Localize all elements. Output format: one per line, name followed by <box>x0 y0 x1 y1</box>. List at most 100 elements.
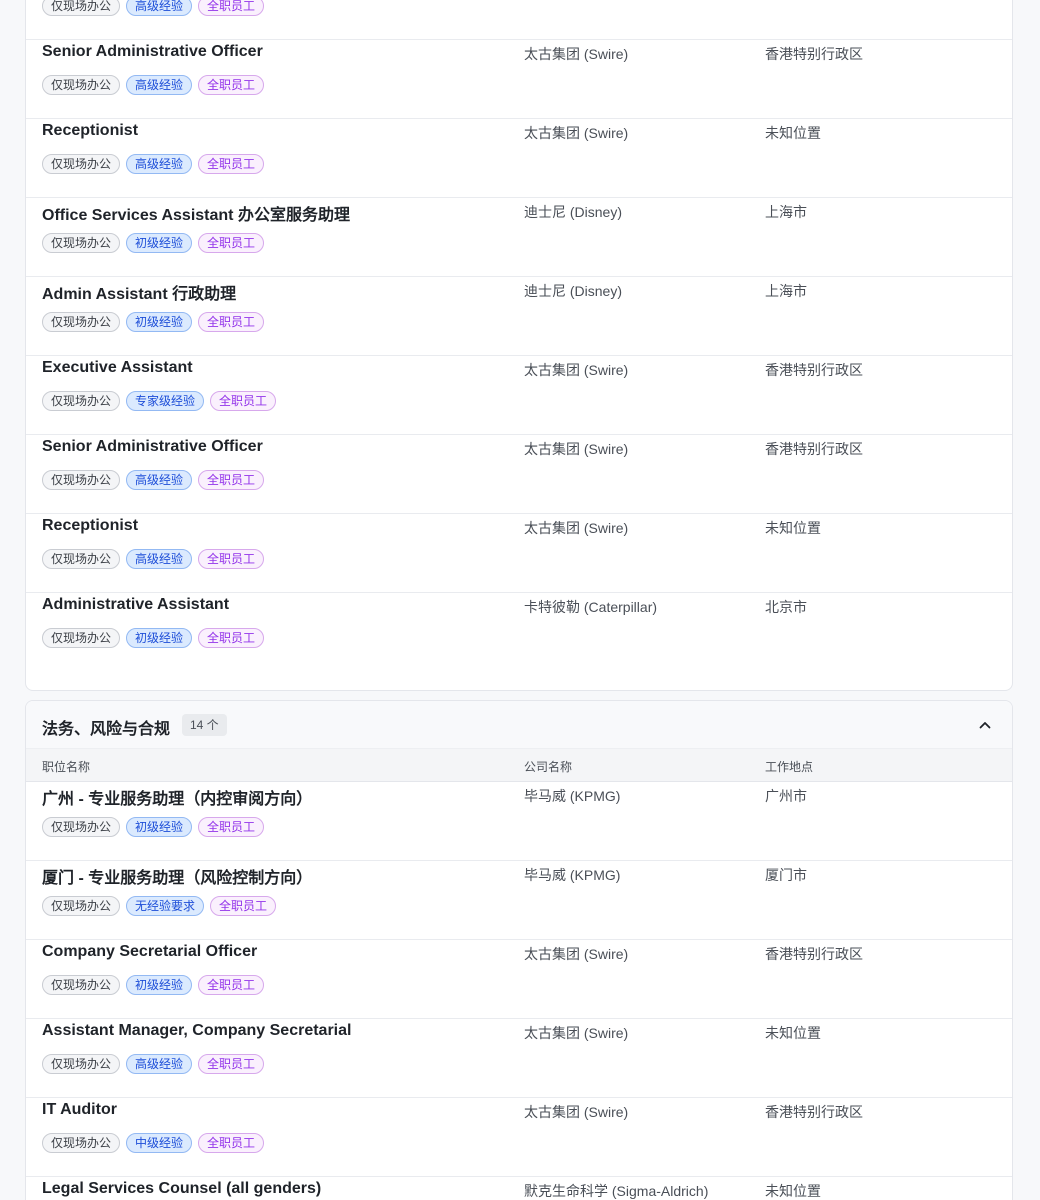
job-title[interactable]: Company Secretarial Officer <box>42 943 257 961</box>
employment-type-tag: 全职员工 <box>198 1054 265 1074</box>
company-name: 默克生命科学 (Sigma-Aldrich) <box>524 1183 709 1199</box>
job-row[interactable]: Executive Assistant太古集团 (Swire)香港特别行政区仅现… <box>26 0 1012 40</box>
company-name: 太古集团 (Swire) <box>524 1025 629 1041</box>
company-name: 迪士尼 (Disney) <box>524 204 623 220</box>
job-section-card-admin: Executive Assistant太古集团 (Swire)香港特别行政区仅现… <box>25 0 1013 691</box>
job-location: 未知位置 <box>765 520 821 536</box>
workplace-tag: 仅现场办公 <box>42 233 121 253</box>
company-name: 太古集团 (Swire) <box>524 125 629 141</box>
job-title[interactable]: 厦门 - 专业服务助理（风险控制方向） <box>42 864 312 888</box>
employment-type-tag: 全职员工 <box>198 1133 265 1153</box>
job-table-body: 广州 - 专业服务助理（内控审阅方向） 毕马威 (KPMG) 广州市 仅现场办公 初级经… <box>26 782 1012 1200</box>
section-count-badge: 14 个 <box>182 714 227 736</box>
experience-tag: 初级经验 <box>126 312 193 332</box>
company-name: 太古集团 (Swire) <box>524 520 629 536</box>
workplace-tag: 仅现场办公 <box>42 817 121 837</box>
column-header-company: 公司名称 <box>524 760 573 774</box>
workplace-tag: 仅现场办公 <box>42 470 121 490</box>
column-header-location: 工作地点 <box>765 760 814 774</box>
job-title[interactable]: Legal Services Counsel (all genders) <box>42 1180 321 1198</box>
job-title[interactable]: Receptionist <box>42 517 138 535</box>
job-title[interactable]: Admin Assistant 行政助理 <box>42 280 236 304</box>
job-title[interactable]: IT Auditor <box>42 1101 117 1119</box>
job-row[interactable]: Receptionist 太古集团 (Swire) 未知位置 仅现场办公 高级经验 全职员… <box>26 119 1012 198</box>
job-row[interactable]: Executive Assistant 太古集团 (Swire) 香港特别行政区仅现… <box>26 356 1012 435</box>
job-list-viewport: Executive Assistant太古集团 (Swire)香港特别行政区仅现… <box>0 0 1040 1200</box>
employment-type-tag: 全职员工 <box>198 628 265 648</box>
job-title[interactable]: Executive Assistant <box>42 359 193 377</box>
workplace-tag: 仅现场办公 <box>42 549 121 569</box>
job-title[interactable]: Receptionist <box>42 122 138 140</box>
employment-type-tag: 全职员工 <box>198 75 265 95</box>
job-title[interactable]: Administrative Assistant <box>42 596 229 614</box>
job-location: 香港特别行政区 <box>765 46 863 62</box>
job-tags: 仅现场办公 无经验要求 全职员工 <box>42 896 277 916</box>
experience-tag: 高级经验 <box>126 75 193 95</box>
job-title[interactable]: Assistant Manager, Company Secretarial <box>42 1022 351 1040</box>
experience-tag: 高级经验 <box>126 1054 193 1074</box>
employment-type-tag: 全职员工 <box>198 817 265 837</box>
chevron-up-icon[interactable] <box>976 716 994 734</box>
job-row[interactable]: Company Secretarial Officer 太古集团 (Swire) 香… <box>26 940 1012 1019</box>
experience-tag: 初级经验 <box>126 975 193 995</box>
job-location: 香港特别行政区 <box>765 362 863 378</box>
employment-type-tag: 全职员工 <box>198 0 265 16</box>
job-location: 北京市 <box>765 599 807 615</box>
workplace-tag: 仅现场办公 <box>42 896 121 916</box>
job-title[interactable]: Senior Administrative Officer <box>42 438 263 456</box>
job-row[interactable]: Assistant Manager, Company Secretarial 太古… <box>26 1019 1012 1098</box>
job-location: 未知位置 <box>765 1183 821 1199</box>
employment-type-tag: 全职员工 <box>198 549 265 569</box>
job-section-card-legal: 法务、风险与合规 14 个 职位名称 公司名称 工作地点 广州 - 专业服务助理… <box>25 700 1013 1200</box>
job-tags: 仅现场办公 高级经验 全职员工 <box>42 1054 265 1074</box>
company-name: 太古集团 (Swire) <box>524 46 629 62</box>
employment-type-tag: 全职员工 <box>198 312 265 332</box>
company-name: 迪士尼 (Disney) <box>524 283 623 299</box>
job-title[interactable]: Office Services Assistant 办公室服务助理 <box>42 201 350 225</box>
employment-type-tag: 全职员工 <box>198 975 265 995</box>
workplace-tag: 仅现场办公 <box>42 75 121 95</box>
column-header-title: 职位名称 <box>42 760 91 774</box>
job-tags: 仅现场办公 专家级经验 全职员工 <box>42 391 277 411</box>
company-name: 太古集团 (Swire) <box>524 362 629 378</box>
workplace-tag: 仅现场办公 <box>42 154 121 174</box>
section-header[interactable]: 法务、风险与合规 14 个 <box>26 701 1012 749</box>
job-row[interactable]: Office Services Assistant 办公室服务助理 迪士尼 (Di… <box>26 198 1012 277</box>
experience-tag: 专家级经验 <box>126 391 205 411</box>
job-title[interactable]: Senior Administrative Officer <box>42 43 263 61</box>
job-row[interactable]: Receptionist 太古集团 (Swire) 未知位置仅现场办公 高级经验 全职员… <box>26 514 1012 593</box>
experience-tag: 初级经验 <box>126 233 193 253</box>
job-row[interactable]: Administrative Assistant 卡特彼勒 (Caterpilla… <box>26 593 1012 672</box>
job-tags: 仅现场办公 初级经验 全职员工 <box>42 628 265 648</box>
job-title[interactable]: 广州 - 专业服务助理（内控审阅方向） <box>42 785 312 809</box>
job-row[interactable]: Senior Administrative Officer 太古集团 (Swire… <box>26 435 1012 514</box>
experience-tag: 高级经验 <box>126 549 193 569</box>
experience-tag: 高级经验 <box>126 154 193 174</box>
job-row[interactable]: 广州 - 专业服务助理（内控审阅方向） 毕马威 (KPMG) 广州市 仅现场办公 初级经… <box>26 782 1012 861</box>
workplace-tag: 仅现场办公 <box>42 312 121 332</box>
job-row[interactable]: Legal Services Counsel (all genders) 默克生命… <box>26 1177 1012 1200</box>
experience-tag: 中级经验 <box>126 1133 193 1153</box>
experience-tag: 初级经验 <box>126 817 193 837</box>
company-name: 太古集团 (Swire) <box>524 1104 629 1120</box>
company-name: 毕马威 (KPMG) <box>524 867 621 883</box>
job-tags: 仅现场办公 高级经验 全职员工 <box>42 549 265 569</box>
job-tags: 仅现场办公 初级经验 全职员工 <box>42 233 265 253</box>
workplace-tag: 仅现场办公 <box>42 975 121 995</box>
job-row[interactable]: IT Auditor 太古集团 (Swire) 香港特别行政区 仅现场办公 中级经验 全职… <box>26 1098 1012 1177</box>
table-column-header: 职位名称 公司名称 工作地点 <box>26 749 1012 782</box>
job-location: 上海市 <box>765 204 807 220</box>
job-tags: 仅现场办公 初级经验 全职员工 <box>42 817 265 837</box>
employment-type-tag: 全职员工 <box>198 233 265 253</box>
job-tags: 仅现场办公 高级经验 全职员工 <box>42 154 265 174</box>
company-name: 毕马威 (KPMG) <box>524 788 621 804</box>
employment-type-tag: 全职员工 <box>210 391 277 411</box>
employment-type-tag: 全职员工 <box>198 470 265 490</box>
job-row[interactable]: Senior Administrative Officer 太古集团 (Swire… <box>26 40 1012 119</box>
job-tags: 仅现场办公 高级经验 全职员工 <box>42 75 265 95</box>
job-location: 未知位置 <box>765 1025 821 1041</box>
job-row[interactable]: 厦门 - 专业服务助理（风险控制方向） 毕马威 (KPMG) 厦门市 仅现场办公 无经验… <box>26 861 1012 940</box>
job-row[interactable]: Admin Assistant 行政助理 迪士尼 (Disney) 上海市 仅现场办公… <box>26 277 1012 356</box>
employment-type-tag: 全职员工 <box>210 896 277 916</box>
job-tags: 仅现场办公 高级经验 全职员工 <box>42 0 265 16</box>
